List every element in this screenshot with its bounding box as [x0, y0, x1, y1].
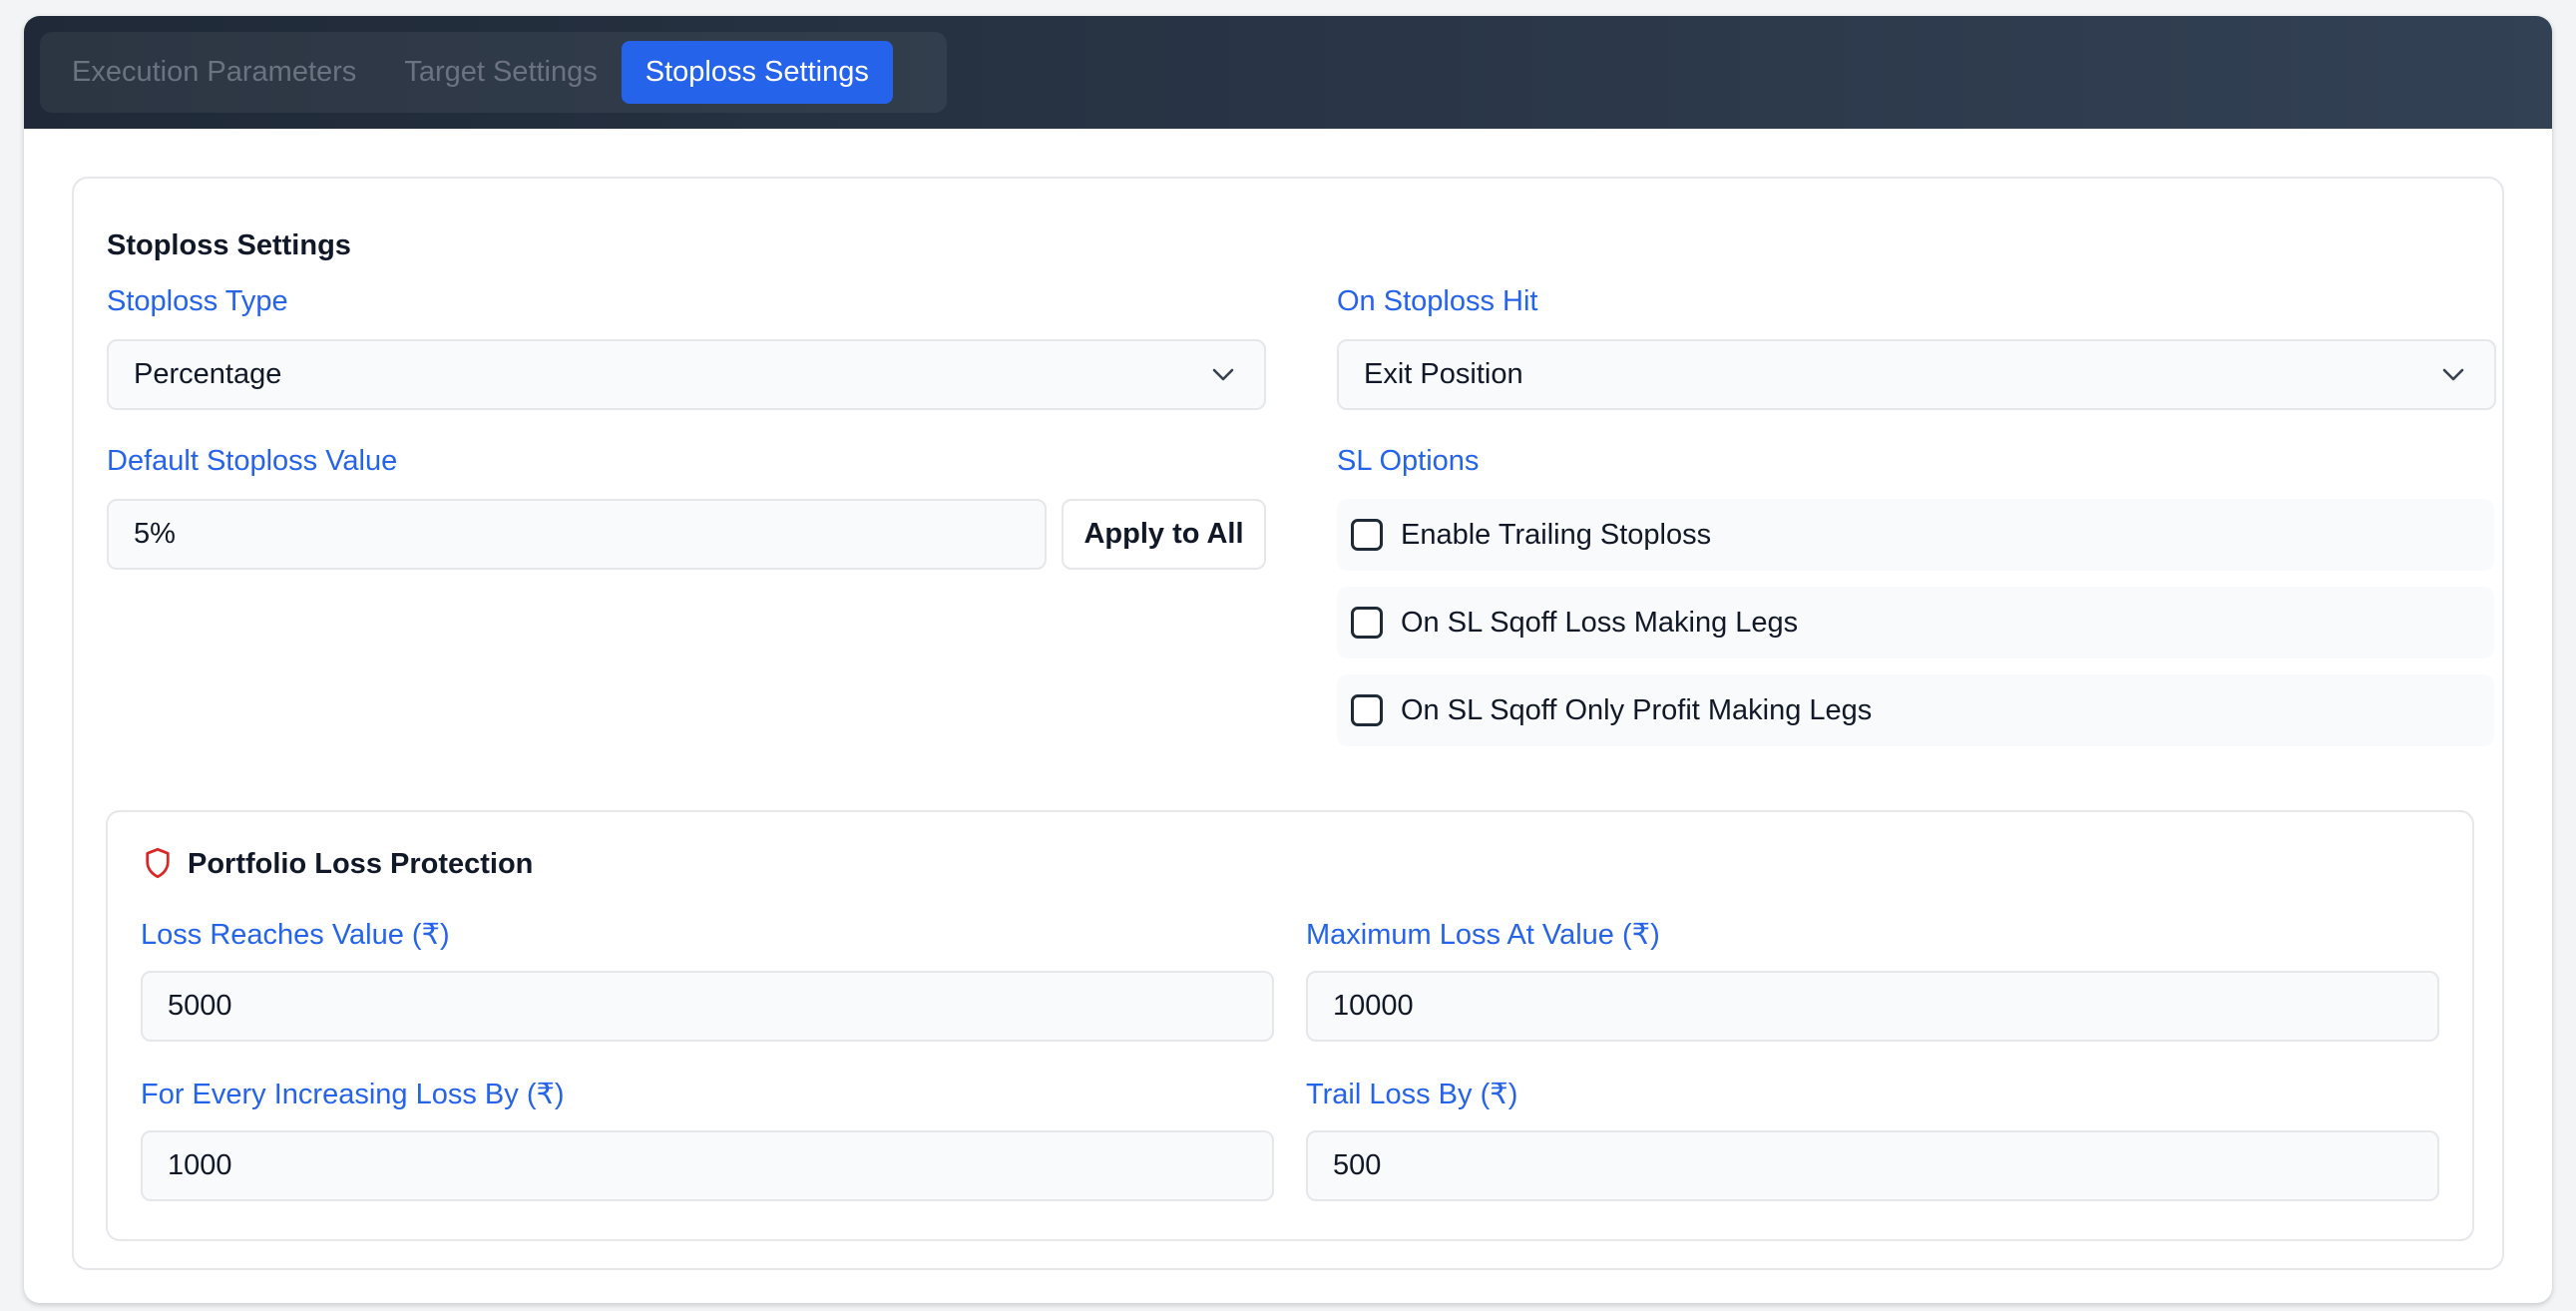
trail-loss-label: Trail Loss By (₹) — [1306, 1079, 1518, 1110]
default-stoploss-label: Default Stoploss Value — [107, 445, 398, 477]
tab-target-settings[interactable]: Target Settings — [380, 41, 621, 104]
default-stoploss-input[interactable]: 5% — [107, 499, 1047, 570]
portfolio-loss-protection-title: Portfolio Loss Protection — [188, 848, 534, 880]
tab-bar: Execution Parameters Target Settings Sto… — [40, 32, 947, 113]
stoploss-type-value: Percentage — [134, 358, 282, 390]
tab-stoploss-settings[interactable]: Stoploss Settings — [621, 41, 893, 104]
sqoff-loss-legs-option[interactable]: On SL Sqoff Loss Making Legs — [1337, 587, 2494, 658]
sqoff-loss-legs-label: On SL Sqoff Loss Making Legs — [1401, 606, 1799, 639]
max-loss-label: Maximum Loss At Value (₹) — [1306, 919, 1660, 951]
on-stoploss-hit-label: On Stoploss Hit — [1337, 285, 1538, 317]
chevron-down-icon — [1212, 368, 1234, 380]
header-bar: Execution Parameters Target Settings Sto… — [24, 16, 2552, 129]
stoploss-settings-card: Stoploss Settings Stoploss Type Percenta… — [72, 177, 2504, 1270]
every-increasing-loss-label: For Every Increasing Loss By (₹) — [141, 1079, 565, 1110]
stoploss-type-label: Stoploss Type — [107, 285, 288, 317]
every-increasing-loss-input[interactable]: 1000 — [141, 1130, 1274, 1201]
loss-reaches-input[interactable]: 5000 — [141, 971, 1274, 1042]
sqoff-loss-legs-checkbox[interactable] — [1351, 607, 1383, 639]
enable-trailing-stoploss-checkbox[interactable] — [1351, 519, 1383, 551]
card-title: Stoploss Settings — [107, 229, 351, 261]
chevron-down-icon — [2442, 368, 2464, 380]
loss-reaches-label: Loss Reaches Value (₹) — [141, 919, 450, 951]
enable-trailing-stoploss-option[interactable]: Enable Trailing Stoploss — [1337, 499, 2494, 571]
stoploss-type-select[interactable]: Percentage — [107, 339, 1266, 410]
sqoff-profit-legs-option[interactable]: On SL Sqoff Only Profit Making Legs — [1337, 674, 2494, 746]
portfolio-loss-protection-panel: Portfolio Loss Protection Loss Reaches V… — [106, 810, 2474, 1241]
enable-trailing-stoploss-label: Enable Trailing Stoploss — [1401, 518, 1712, 551]
on-stoploss-hit-select[interactable]: Exit Position — [1337, 339, 2496, 410]
apply-to-all-button[interactable]: Apply to All — [1062, 499, 1266, 570]
sl-options-label: SL Options — [1337, 445, 1480, 477]
trail-loss-input[interactable]: 500 — [1306, 1130, 2439, 1201]
tab-execution-parameters[interactable]: Execution Parameters — [48, 41, 380, 104]
on-stoploss-hit-value: Exit Position — [1364, 358, 1523, 390]
sqoff-profit-legs-checkbox[interactable] — [1351, 694, 1383, 726]
max-loss-input[interactable]: 10000 — [1306, 971, 2439, 1042]
shield-icon — [146, 847, 170, 879]
sqoff-profit-legs-label: On SL Sqoff Only Profit Making Legs — [1401, 693, 1873, 726]
stoploss-settings-window: Execution Parameters Target Settings Sto… — [24, 16, 2552, 1303]
